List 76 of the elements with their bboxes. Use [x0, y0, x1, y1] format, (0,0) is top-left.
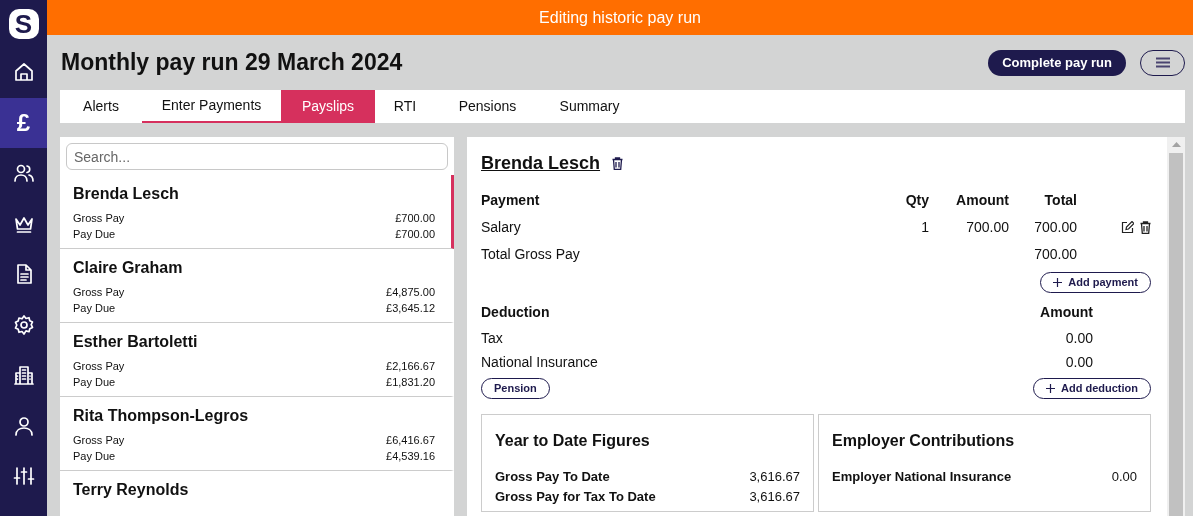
employee-name: Terry Reynolds: [73, 480, 190, 500]
pay-value: £4,539.16: [386, 449, 435, 464]
pay-label: Pay Due: [73, 227, 116, 242]
employee-item[interactable]: Claire Graham Gross Pay £4,875.00 Pay Due £3,645.12: [60, 249, 454, 323]
pay-label: Gross Pay: [73, 433, 125, 448]
employee-name: Rita Thompson-Legros: [73, 406, 250, 426]
person-icon: [12, 414, 35, 437]
pay-value: £2,166.67: [386, 359, 435, 374]
total-label: Total Gross Pay: [481, 245, 581, 264]
plus-icon: [1053, 278, 1063, 287]
pay-label: Gross Pay: [73, 285, 125, 300]
card-title: Employer Contributions: [832, 431, 1016, 451]
pay-label: Pay Due: [73, 301, 116, 316]
figure-value: 3,616.67: [749, 488, 800, 506]
settings-icon: [12, 313, 35, 336]
table-cell-text: 1: [920, 218, 929, 237]
employee-item[interactable]: Rita Thompson-Legros Gross Pay £6,416.67 Pay Due £4,539.16: [60, 397, 454, 471]
logo[interactable]: S: [8, 8, 39, 39]
employee-name: Brenda Lesch: [73, 184, 180, 204]
pay-value: £700.00: [395, 211, 435, 226]
tab[interactable]: Pensions: [435, 90, 540, 123]
tab[interactable]: RTI: [375, 90, 435, 123]
column-header: Amount: [1040, 302, 1093, 322]
tab[interactable]: Summary: [540, 90, 639, 123]
pay-label: Pay Due: [73, 375, 116, 390]
menu-icon: [1155, 57, 1170, 68]
table-cell-text: 0.00: [1065, 352, 1093, 372]
table-cell-text: 0.00: [1065, 328, 1093, 348]
search-field[interactable]: Search...: [66, 143, 448, 170]
deduction-name: National Insurance: [481, 352, 599, 372]
column-header: Deduction: [481, 302, 551, 322]
people-icon: [12, 162, 35, 185]
payment-name: Salary: [481, 218, 522, 237]
employee-item[interactable]: Esther Bartoletti Gross Pay £2,166.67 Pay Due £1,831.20: [60, 323, 454, 397]
pay-value: £1,831.20: [386, 375, 435, 390]
table-cell-text: 700.00: [1033, 218, 1077, 237]
plus-icon: [1046, 384, 1055, 393]
deduction-name: Tax: [481, 328, 504, 348]
scrollbar[interactable]: [1167, 137, 1185, 516]
employee-item[interactable]: Terry Reynolds: [60, 471, 454, 516]
column-header: Total: [1043, 191, 1077, 210]
figure-value: 3,616.67: [749, 468, 800, 486]
table-cell-text: 700.00: [965, 218, 1009, 237]
figure-label: Employer National Insurance: [832, 468, 1012, 486]
employee-item[interactable]: Brenda Lesch Gross Pay £700.00 Pay Due £700.00: [60, 175, 454, 249]
pay-label: Gross Pay: [73, 211, 125, 226]
column-header: Payment: [481, 191, 541, 210]
figure-label: Gross Pay To Date: [495, 468, 610, 486]
tab[interactable]: Alerts: [60, 90, 142, 123]
employee-name: Esther Bartoletti: [73, 332, 199, 352]
figure-label: Gross Pay for Tax To Date: [495, 488, 656, 506]
pay-value: £700.00: [395, 227, 435, 242]
delete-icon[interactable]: [612, 156, 624, 170]
pay-label: Gross Pay: [73, 359, 125, 374]
employee-name-link[interactable]: Brenda Lesch: [481, 149, 601, 177]
pay-value: £3,645.12: [386, 301, 435, 316]
column-header: Amount: [955, 191, 1009, 210]
complete-pay-run-button[interactable]: Complete pay run: [988, 49, 1126, 76]
page-title: Monthly pay run 29 March 2024: [61, 48, 403, 78]
card-title: Year to Date Figures: [495, 431, 651, 451]
edit-icon[interactable]: [1121, 221, 1134, 234]
employee-name: Claire Graham: [73, 258, 184, 278]
building-icon: [12, 364, 35, 387]
nav-item[interactable]: £: [0, 97, 47, 148]
pay-value: £6,416.67: [386, 433, 435, 448]
column-header: Qty: [904, 191, 929, 210]
pay-label: Pay Due: [73, 449, 116, 464]
table-cell-text: 700.00: [1033, 245, 1077, 264]
home-icon: [12, 61, 35, 84]
pay-value: £4,875.00: [386, 285, 435, 300]
figure-value: 0.00: [1111, 468, 1137, 486]
sliders-icon: [12, 465, 35, 488]
delete-icon[interactable]: [1140, 221, 1151, 234]
tab[interactable]: Payslips: [281, 90, 375, 123]
scrollbar-thumb[interactable]: [1169, 153, 1183, 516]
banner: Editing historic pay run: [47, 0, 1193, 35]
